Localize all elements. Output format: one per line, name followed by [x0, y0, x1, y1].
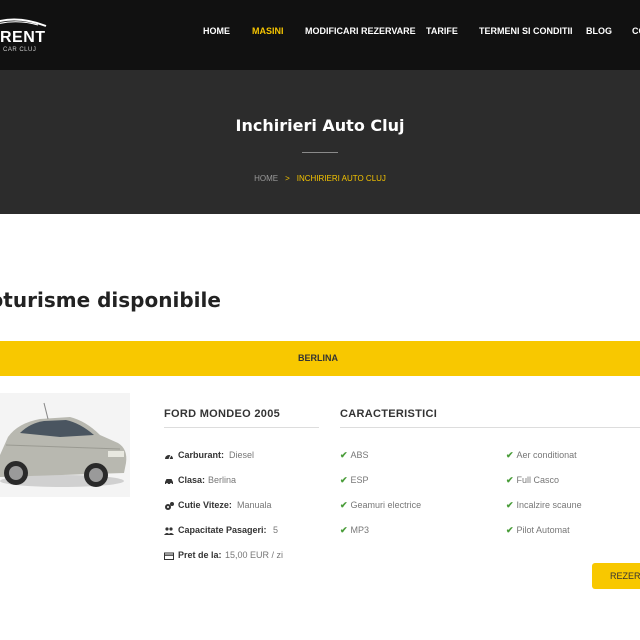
feature-item: ✔ Incalzire scaune: [506, 500, 582, 510]
feature-item: ✔ MP3: [340, 525, 370, 535]
breadcrumb-home[interactable]: HOME: [254, 174, 278, 183]
page: RENT CAR CLUJ HOME MASINI MODIFICARI REZ…: [0, 0, 640, 640]
check-icon: ✔: [340, 525, 348, 535]
spec-value: 15,00 EUR / zi: [225, 550, 284, 560]
spec-value: Diesel: [229, 450, 255, 460]
breadcrumb-current: INCHIRIERI AUTO CLUJ: [296, 174, 386, 183]
title-divider: [302, 152, 338, 153]
check-icon: ✔: [340, 475, 348, 485]
check-icon: ✔: [340, 500, 348, 510]
feature-item: ✔ ABS: [340, 450, 369, 460]
breadcrumb-separator: >: [285, 174, 290, 183]
reserve-button[interactable]: REZERVA: [592, 563, 640, 589]
category-label: BERLINA: [298, 353, 338, 363]
check-icon: ✔: [506, 450, 514, 460]
credit-card-icon: [164, 552, 174, 560]
nav-tarife[interactable]: TARIFE: [426, 26, 458, 36]
spec-value: Manuala: [237, 500, 272, 510]
main-nav: HOME MASINI MODIFICARI REZERVARE TARIFE …: [0, 26, 640, 40]
spec-value: Berlina: [208, 475, 237, 485]
spec-label: Cutie Viteze:: [178, 500, 232, 510]
users-icon: [164, 527, 174, 535]
nav-termeni-si-conditii[interactable]: TERMENI SI CONDITII: [479, 26, 573, 36]
nav-masini[interactable]: MASINI: [252, 26, 284, 36]
fuel-gauge-icon: [165, 454, 173, 460]
breadcrumb: HOME > INCHIRIERI AUTO CLUJ: [0, 174, 640, 183]
category-bar: BERLINA: [0, 341, 640, 376]
features-divider: [340, 427, 640, 428]
logo-subtext: CAR CLUJ: [3, 47, 37, 53]
top-navbar: RENT CAR CLUJ HOME MASINI MODIFICARI REZ…: [0, 0, 640, 70]
car-icon: [165, 479, 173, 485]
feature-item: ✔ Pilot Automat: [506, 525, 570, 535]
nav-modificari-rezervare[interactable]: MODIFICARI REZERVARE: [305, 26, 416, 36]
car-image: [0, 393, 130, 497]
feature-item: ✔ Full Casco: [506, 475, 560, 485]
nav-contact[interactable]: CO: [632, 26, 640, 36]
check-icon: ✔: [506, 475, 514, 485]
car-name-divider: [164, 427, 319, 428]
check-icon: ✔: [340, 450, 348, 460]
nav-blog[interactable]: BLOG: [586, 26, 612, 36]
feature-item: ✔ Aer conditionat: [506, 450, 577, 460]
section-title: toturisme disponibile: [0, 288, 221, 312]
nav-home[interactable]: HOME: [203, 26, 230, 36]
spec-label: Capacitate Pasageri:: [178, 525, 267, 535]
reserve-button-label: REZERVA: [610, 571, 640, 581]
hero-banner: Inchirieri Auto Cluj HOME > INCHIRIERI AUT…: [0, 70, 640, 214]
car-name: FORD MONDEO 2005: [164, 408, 281, 420]
page-title: Inchirieri Auto Cluj: [235, 116, 405, 135]
check-icon: ✔: [506, 525, 514, 535]
gears-icon: [165, 502, 174, 510]
feature-item: ✔ Geamuri electrice: [340, 500, 422, 510]
spec-label: Clasa:: [178, 475, 206, 485]
spec-label: Carburant:: [178, 450, 225, 460]
spec-value: 5: [273, 525, 279, 535]
features-title: CARACTERISTICI: [340, 408, 438, 420]
feature-item: ✔ ESP: [340, 475, 369, 485]
car-photo-icon: [0, 393, 130, 497]
spec-label: Pret de la:: [178, 550, 222, 560]
check-icon: ✔: [506, 500, 514, 510]
